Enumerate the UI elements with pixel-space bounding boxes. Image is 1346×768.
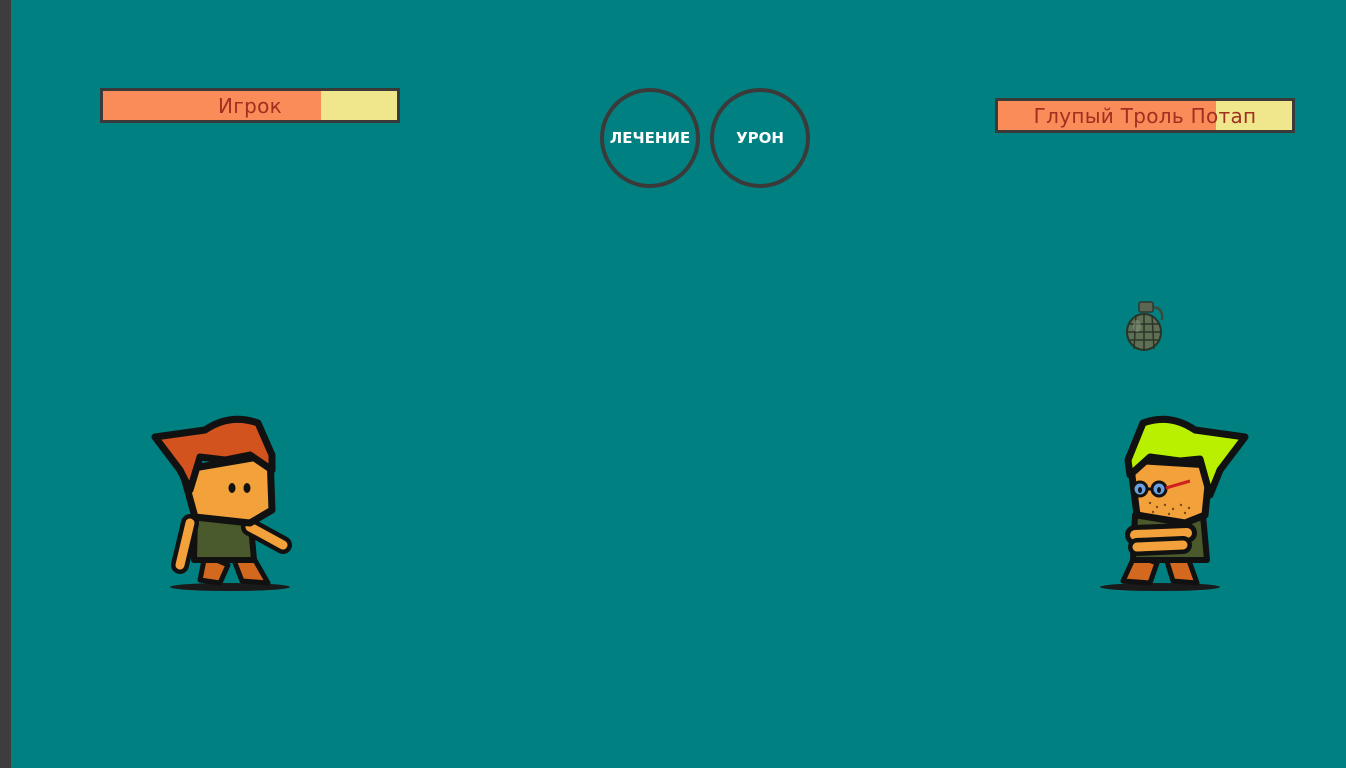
grenade-icon: [1126, 301, 1164, 351]
enemy-name: Глупый Троль Потап: [1033, 103, 1257, 128]
player-character: [151, 415, 292, 591]
player-health-bar: Игрок: [100, 88, 400, 123]
page-edge-strip: [0, 0, 11, 768]
enemy-health-bar: Глупый Троль Потап: [995, 98, 1295, 133]
player-name: Игрок: [218, 93, 282, 118]
damage-button[interactable]: УРОН: [710, 88, 810, 188]
heal-button[interactable]: ЛЕЧЕНИЕ: [600, 88, 700, 188]
enemy-character: [1100, 415, 1249, 591]
